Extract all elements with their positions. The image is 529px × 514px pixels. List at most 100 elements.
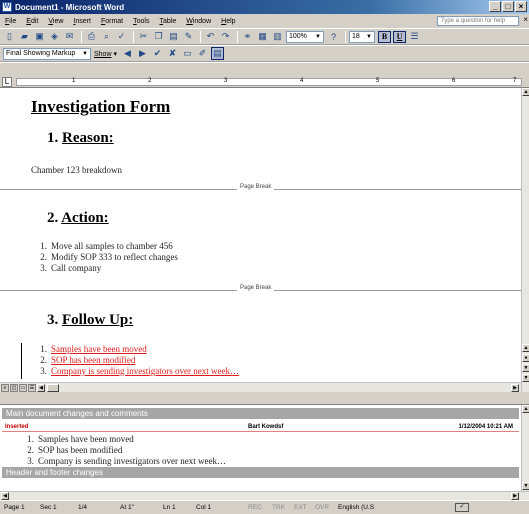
status-column[interactable]: Col 1 [196,501,211,514]
word-app-icon[interactable]: W [2,2,12,12]
status-trk[interactable]: TRK [272,501,285,514]
copy-icon[interactable]: ❐ [152,30,165,43]
bullets-icon[interactable]: ☰ [408,30,421,43]
accept-change-icon[interactable]: ✔ [151,47,164,60]
menu-tools[interactable]: Tools [128,18,154,25]
format-painter-icon[interactable]: ✎ [182,30,195,43]
previous-change-icon[interactable]: ◀ [121,47,134,60]
scroll-up-icon[interactable]: ▲ [522,88,529,96]
header-footer-changes-header: Header and footer changes [2,467,519,478]
font-size-value: 18 [352,32,360,40]
print-icon[interactable]: ⎙ [85,30,98,43]
menu-help[interactable]: Help [216,18,240,25]
menu-insert[interactable]: Insert [68,18,96,25]
list-number: 2. [27,445,34,455]
inserted-text[interactable]: Company is sending investigators over ne… [51,366,239,376]
status-ovr[interactable]: OVR [315,501,329,514]
status-language[interactable]: English (U.S [338,501,374,514]
status-line[interactable]: Ln 1 [163,501,176,514]
scroll-up-icon[interactable]: ▲ [522,405,529,413]
save-icon[interactable]: ▣ [33,30,46,43]
spelling-status-icon[interactable]: ✓ [455,503,469,512]
new-document-icon[interactable]: ▯ [3,30,16,43]
scroll-down-icon[interactable]: ▼ [522,374,529,382]
show-menu-button[interactable]: Show ▾ [94,50,117,58]
font-size-select[interactable]: 18 ▼ [349,30,375,43]
change-metadata: Inserted Bart Kowdsf 1/12/2004 10:21 AM [2,422,519,432]
toolbar-separator [133,30,134,43]
web-layout-icon[interactable]: ◫ [10,384,18,392]
document-area[interactable]: Investigation Form 1. Reason: Chamber 12… [0,88,521,382]
list-number: 3. [40,263,47,273]
reviewing-pane-icon[interactable]: ▤ [210,47,224,60]
columns-icon[interactable]: ▥ [271,30,284,43]
track-changes-icon[interactable]: ✐ [196,47,209,60]
open-folder-icon[interactable]: ▰ [18,30,31,43]
markup-mode-select[interactable]: Final Showing Markup ▼ [3,47,91,60]
ruler-mark: 4 [300,78,304,84]
list-number: 3. [40,366,47,376]
bold-button[interactable]: B [378,30,391,43]
tab-selector-icon[interactable]: L [2,77,12,87]
scroll-left-icon[interactable]: ◀ [1,492,9,500]
help-icon[interactable]: ? [327,30,340,43]
menu-format[interactable]: Format [96,18,128,25]
window-title: Document1 - Microsoft Word [15,2,125,12]
permission-icon[interactable]: ◈ [48,30,61,43]
normal-view-icon[interactable]: ≡ [1,384,9,392]
next-page-icon[interactable]: ▼ [522,364,529,372]
menu-bar: File Edit View Insert Format Tools Table… [0,14,529,28]
menu-table[interactable]: Table [154,18,181,25]
zoom-select[interactable]: 100% ▼ [286,30,324,43]
menu-window[interactable]: Window [181,18,216,25]
print-layout-icon[interactable]: ▭ [19,384,27,392]
scroll-right-icon[interactable]: ▶ [511,492,519,500]
hyperlink-icon[interactable]: ⚭ [241,30,254,43]
reviewing-pane[interactable]: Main document changes and comments Inser… [0,405,521,491]
underline-button[interactable]: U [393,30,406,43]
cut-icon[interactable]: ✂ [137,30,150,43]
menu-file[interactable]: File [0,18,21,25]
reviewing-pane-horizontal-scrollbar[interactable]: ◀ ▶ [0,491,529,500]
reviewing-pane-splitter[interactable] [0,392,529,405]
help-search-box[interactable]: Type a question for help [437,16,519,26]
scroll-right-icon[interactable]: ▶ [511,384,519,392]
maximize-icon[interactable]: □ [502,1,514,12]
close-icon[interactable]: × [515,1,527,12]
outline-view-icon[interactable]: ☰ [28,384,36,392]
list-number: 1. [40,241,47,251]
previous-page-icon[interactable]: ▲ [522,344,529,352]
status-page-count[interactable]: 1/4 [78,501,87,514]
scroll-down-icon[interactable]: ▼ [522,482,529,490]
status-rec[interactable]: REC [248,501,262,514]
insert-comment-icon[interactable]: ▭ [181,47,194,60]
toolbar-separator [237,30,238,43]
status-section[interactable]: Sec 1 [40,501,57,514]
reviewing-pane-vertical-scrollbar[interactable]: ▲ ▼ [521,405,529,491]
spelling-icon[interactable]: ✓ [115,30,128,43]
reject-change-icon[interactable]: ✘ [166,47,179,60]
document-horizontal-scrollbar[interactable]: ≡ ◫ ▭ ☰ ◀ ▶ [0,382,521,392]
status-at[interactable]: At 1" [120,501,134,514]
browse-object-icon[interactable]: ● [522,354,529,362]
document-vertical-scrollbar[interactable]: ▲ ▲ ● ▼ ▼ [521,88,529,392]
scroll-left-icon[interactable]: ◀ [37,384,45,392]
print-preview-icon[interactable]: ⌕ [100,30,113,43]
paste-icon[interactable]: ▤ [167,30,180,43]
doc-close-icon[interactable]: × [523,15,528,24]
email-icon[interactable]: ✉ [63,30,76,43]
horizontal-scroll-thumb[interactable] [47,384,59,392]
title-bar[interactable]: W Document1 - Microsoft Word _ □ × [0,0,529,14]
menu-edit[interactable]: Edit [21,18,43,25]
minimize-icon[interactable]: _ [489,1,501,12]
next-change-icon[interactable]: ▶ [136,47,149,60]
status-ext[interactable]: EXT [294,501,307,514]
undo-icon[interactable]: ↶ [204,30,217,43]
menu-view[interactable]: View [43,18,68,25]
table-icon[interactable]: ▦ [256,30,269,43]
horizontal-ruler[interactable]: L 1 2 3 4 5 6 7 [0,76,529,88]
status-page[interactable]: Page 1 [4,501,25,514]
inserted-text[interactable]: SOP has been modified [51,355,135,365]
redo-icon[interactable]: ↷ [219,30,232,43]
inserted-text[interactable]: Samples have been moved [51,344,147,354]
